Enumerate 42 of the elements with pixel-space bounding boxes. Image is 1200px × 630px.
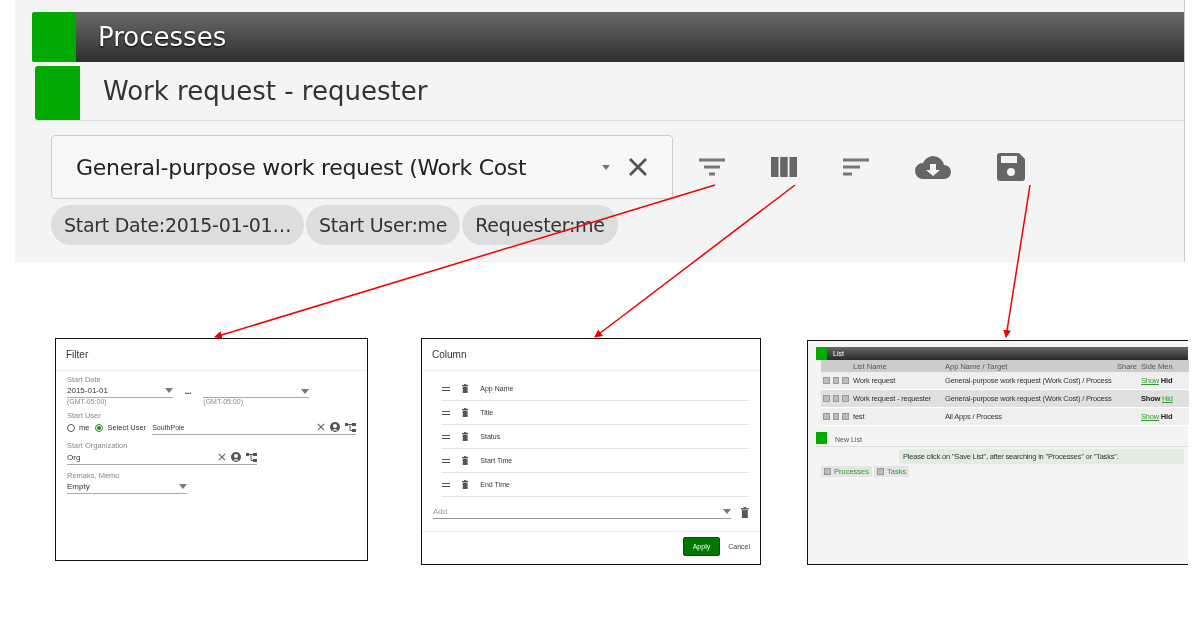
list-title: Work request - requester [103,76,428,106]
header-marker [816,347,827,360]
section-marker [816,432,827,444]
drag-handle-icon[interactable] [442,410,450,415]
clear-icon[interactable] [218,453,226,461]
person-icon[interactable] [330,422,340,432]
dropdown-caret-icon[interactable] [602,164,610,170]
save-icon[interactable] [997,153,1025,181]
list-marker [35,66,80,120]
trash-icon[interactable] [462,408,469,417]
drag-handle-icon[interactable] [442,386,450,391]
date-field[interactable]: 2015-01-01 [67,384,173,398]
drag-handle-icon[interactable] [442,482,450,487]
panel-title: Column [422,339,760,371]
page-title: Processes [98,22,227,52]
filter-chip[interactable]: Start User:me [306,205,461,245]
app-select-field[interactable]: General-purpose work request (Work Cost [51,135,673,199]
drag-handle-icon[interactable] [442,458,450,463]
person-icon[interactable] [231,452,241,462]
dropdown-caret-icon[interactable] [179,484,187,489]
dropdown-caret-icon[interactable] [723,509,732,514]
trash-icon[interactable] [741,506,749,518]
filter-icon[interactable] [699,158,725,176]
trash-icon[interactable] [462,432,469,441]
trash-icon[interactable] [462,456,469,465]
org-tree-icon[interactable] [246,452,257,462]
memo-select[interactable]: Empty [67,480,187,494]
panel-title: Filter [56,339,367,371]
filter-chip[interactable]: Start Date:2015-01-01… [51,205,305,245]
dropdown-caret-icon[interactable] [301,388,310,394]
dropdown-caret-icon[interactable] [165,388,173,393]
org-tree-icon[interactable] [345,422,356,432]
drag-handle-icon[interactable] [442,434,450,439]
trash-icon[interactable] [462,480,469,489]
cloud-download-icon[interactable] [915,155,951,179]
sort-icon[interactable] [843,158,869,176]
clear-icon[interactable] [317,423,325,431]
clear-icon[interactable] [628,157,648,177]
columns-icon[interactable] [771,157,797,177]
organization-field[interactable]: Org [67,450,257,465]
header-marker [32,12,76,62]
trash-icon[interactable] [462,384,469,393]
